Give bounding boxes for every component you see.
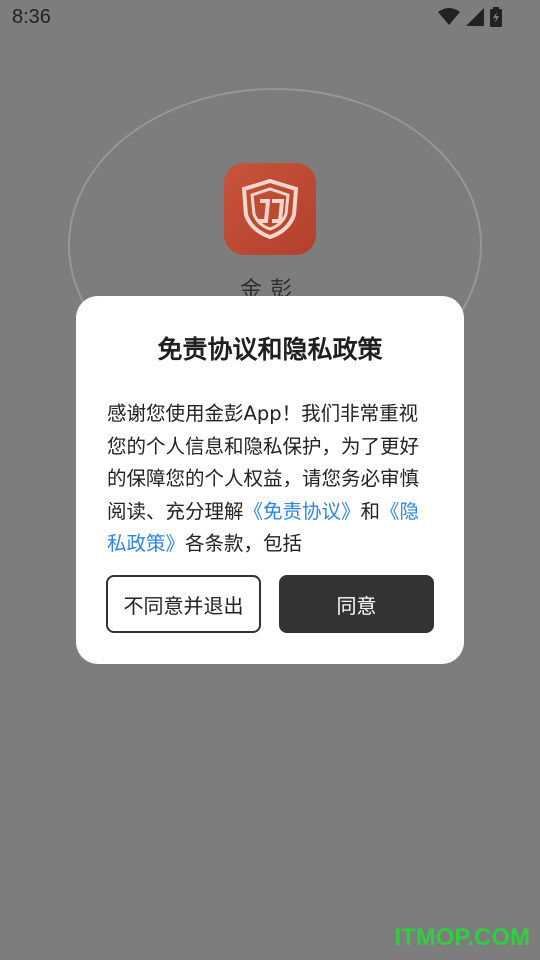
dialog-body[interactable]: 感谢您使用金彭App！我们非常重视您的个人信息和隐私保护，为了更好的保障您的个人… — [107, 398, 437, 554]
body-text-and: 和 — [360, 499, 381, 523]
status-time: 8:36 — [12, 6, 51, 28]
agree-button[interactable]: 同意 — [279, 575, 434, 633]
disclaimer-link[interactable]: 《免责协议》 — [244, 500, 361, 523]
watermark: ITMOP.COM — [394, 924, 530, 951]
status-icons — [438, 7, 502, 27]
app-logo-icon — [224, 163, 316, 255]
status-bar: 8:36 — [0, 0, 540, 36]
signal-icon — [466, 8, 484, 26]
wifi-icon — [438, 8, 460, 25]
decline-exit-button[interactable]: 不同意并退出 — [106, 575, 261, 633]
privacy-dialog: 免责协议和隐私政策 感谢您使用金彭App！我们非常重视您的个人信息和隐私保护，为… — [76, 296, 464, 664]
battery-charging-icon — [490, 7, 502, 27]
dialog-title: 免责协议和隐私政策 — [157, 335, 383, 364]
body-text-tail: 各条款，包括 — [185, 532, 303, 554]
